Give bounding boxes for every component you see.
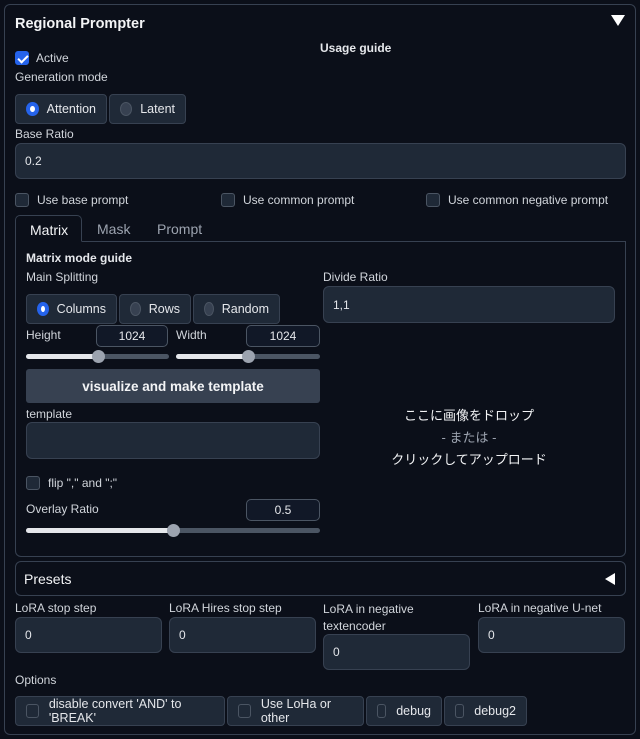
main-splitting-radio-group: Columns Rows Random [26, 294, 282, 324]
height-slider[interactable] [26, 350, 169, 363]
lora-hires-stop-step-label: LoRA Hires stop step [169, 601, 282, 615]
matrix-mode-guide[interactable]: Matrix mode guide [26, 251, 132, 265]
base-ratio-label: Base Ratio [15, 127, 74, 141]
overlay-slider-fill [26, 528, 173, 533]
lora-negative-unet-label: LoRA in negative U-net [478, 601, 602, 615]
generation-mode-label: Generation mode [15, 70, 108, 84]
use-base-prompt-label: Use base prompt [37, 193, 129, 207]
presets-title: Presets [24, 571, 72, 587]
template-label: template [26, 407, 73, 421]
divide-ratio-label: Divide Ratio [323, 270, 388, 284]
use-common-prompt-row[interactable]: Use common prompt [221, 193, 354, 207]
drop-zone-text: ここに画像をドロップ [403, 408, 534, 423]
tab-prompt[interactable]: Prompt [143, 215, 216, 242]
flip-row[interactable]: flip "," and ";" [26, 476, 117, 490]
active-checkbox-row[interactable]: Active [15, 51, 69, 65]
lora-negative-textencoder-input[interactable]: 0 [323, 634, 470, 670]
radio-random-dot[interactable] [204, 302, 214, 316]
option-use-loha[interactable]: Use LoHa or other [227, 696, 364, 726]
width-slider[interactable] [176, 350, 320, 363]
width-number-input[interactable]: 1024 [246, 325, 320, 347]
visualize-template-button[interactable]: visualize and make template [26, 369, 320, 403]
overlay-slider-thumb[interactable] [167, 524, 180, 537]
options-label: Options [15, 673, 57, 687]
options-group: disable convert 'AND' to 'BREAK' Use LoH… [15, 696, 527, 726]
drop-zone-click-text: クリックしてアップロード [391, 452, 547, 467]
height-slider-thumb[interactable] [91, 350, 105, 363]
main-splitting-label: Main Splitting [26, 270, 99, 284]
option-debug2[interactable]: debug2 [444, 696, 527, 726]
lora-hires-stop-step-input[interactable]: 0 [169, 617, 316, 653]
option-disable-convert[interactable]: disable convert 'AND' to 'BREAK' [15, 696, 225, 726]
panel-title[interactable]: Regional Prompter [15, 16, 145, 32]
expand-arrow-icon[interactable] [605, 573, 615, 585]
option-debug-checkbox[interactable] [377, 704, 387, 718]
use-common-prompt-checkbox[interactable] [221, 193, 235, 207]
radio-rows-label: Rows [148, 302, 180, 316]
template-textarea[interactable] [26, 422, 320, 459]
use-common-prompt-label: Use common prompt [243, 193, 355, 207]
lora-stop-step-input[interactable]: 0 [15, 617, 162, 653]
height-slider-fill [26, 354, 98, 359]
generation-mode-radio-group: Attention Latent [15, 94, 188, 124]
regional-prompter-panel: Regional Prompter Usage guide Active Gen… [4, 4, 636, 735]
height-number-input[interactable]: 1024 [96, 325, 168, 347]
radio-random[interactable]: Random [193, 294, 280, 324]
use-base-prompt-row[interactable]: Use base prompt [15, 193, 128, 207]
base-ratio-input[interactable]: 0.2 [15, 143, 626, 179]
active-checkbox[interactable] [15, 51, 29, 65]
image-drop-zone[interactable]: ここに画像をドロップ - または - クリックしてアップロード [323, 405, 615, 471]
width-label: Width [176, 328, 207, 342]
divide-ratio-input[interactable]: 1,1 [323, 286, 615, 323]
option-debug2-label: debug2 [474, 704, 516, 718]
radio-attention-label: Attention [46, 102, 96, 116]
overlay-ratio-slider[interactable] [26, 524, 320, 537]
option-disable-convert-checkbox[interactable] [26, 704, 39, 718]
width-slider-thumb[interactable] [242, 350, 255, 363]
active-label: Active [36, 51, 69, 65]
radio-random-label: Random [221, 302, 269, 316]
height-label: Height [26, 328, 61, 342]
lora-negative-unet-input[interactable]: 0 [478, 617, 625, 653]
radio-attention-dot[interactable] [26, 102, 39, 116]
option-use-loha-label: Use LoHa or other [260, 697, 332, 725]
drop-zone-or: - または - [441, 430, 497, 445]
matrix-tab-panel: Matrix mode guide Main Splitting Columns… [15, 241, 626, 557]
tab-matrix[interactable]: Matrix [15, 215, 82, 242]
radio-attention[interactable]: Attention [15, 94, 107, 124]
radio-columns-label: Columns [56, 302, 106, 316]
option-disable-convert-label: disable convert 'AND' to 'BREAK' [48, 697, 182, 725]
usage-guide-link[interactable]: Usage guide [320, 41, 391, 55]
radio-columns-dot[interactable] [37, 302, 49, 316]
flip-label: flip "," and ";" [48, 476, 118, 490]
flip-checkbox[interactable] [26, 476, 40, 490]
radio-latent[interactable]: Latent [109, 94, 186, 124]
radio-latent-dot[interactable] [120, 102, 133, 116]
radio-rows[interactable]: Rows [119, 294, 191, 324]
overlay-ratio-number-input[interactable]: 0.5 [246, 499, 320, 521]
radio-rows-dot[interactable] [130, 302, 141, 316]
collapse-icon[interactable] [611, 15, 625, 26]
lora-stop-step-label: LoRA stop step [15, 601, 97, 615]
width-slider-fill [176, 354, 248, 359]
use-base-prompt-checkbox[interactable] [15, 193, 29, 207]
use-common-negative-prompt-checkbox[interactable] [426, 193, 440, 207]
option-debug2-checkbox[interactable] [455, 704, 465, 718]
use-common-negative-prompt-label: Use common negative prompt [448, 193, 609, 207]
tab-mask[interactable]: Mask [83, 215, 144, 242]
use-common-negative-prompt-row[interactable]: Use common negative prompt [426, 193, 608, 207]
presets-accordion[interactable]: Presets [15, 561, 626, 596]
option-debug-label: debug [396, 704, 431, 718]
radio-latent-label: Latent [140, 102, 175, 116]
lora-negative-textencoder-label: LoRA in negative textencoder [323, 602, 414, 633]
option-use-loha-checkbox[interactable] [238, 704, 251, 718]
radio-columns[interactable]: Columns [26, 294, 117, 324]
overlay-ratio-label: Overlay Ratio [26, 502, 99, 516]
option-debug[interactable]: debug [366, 696, 442, 726]
